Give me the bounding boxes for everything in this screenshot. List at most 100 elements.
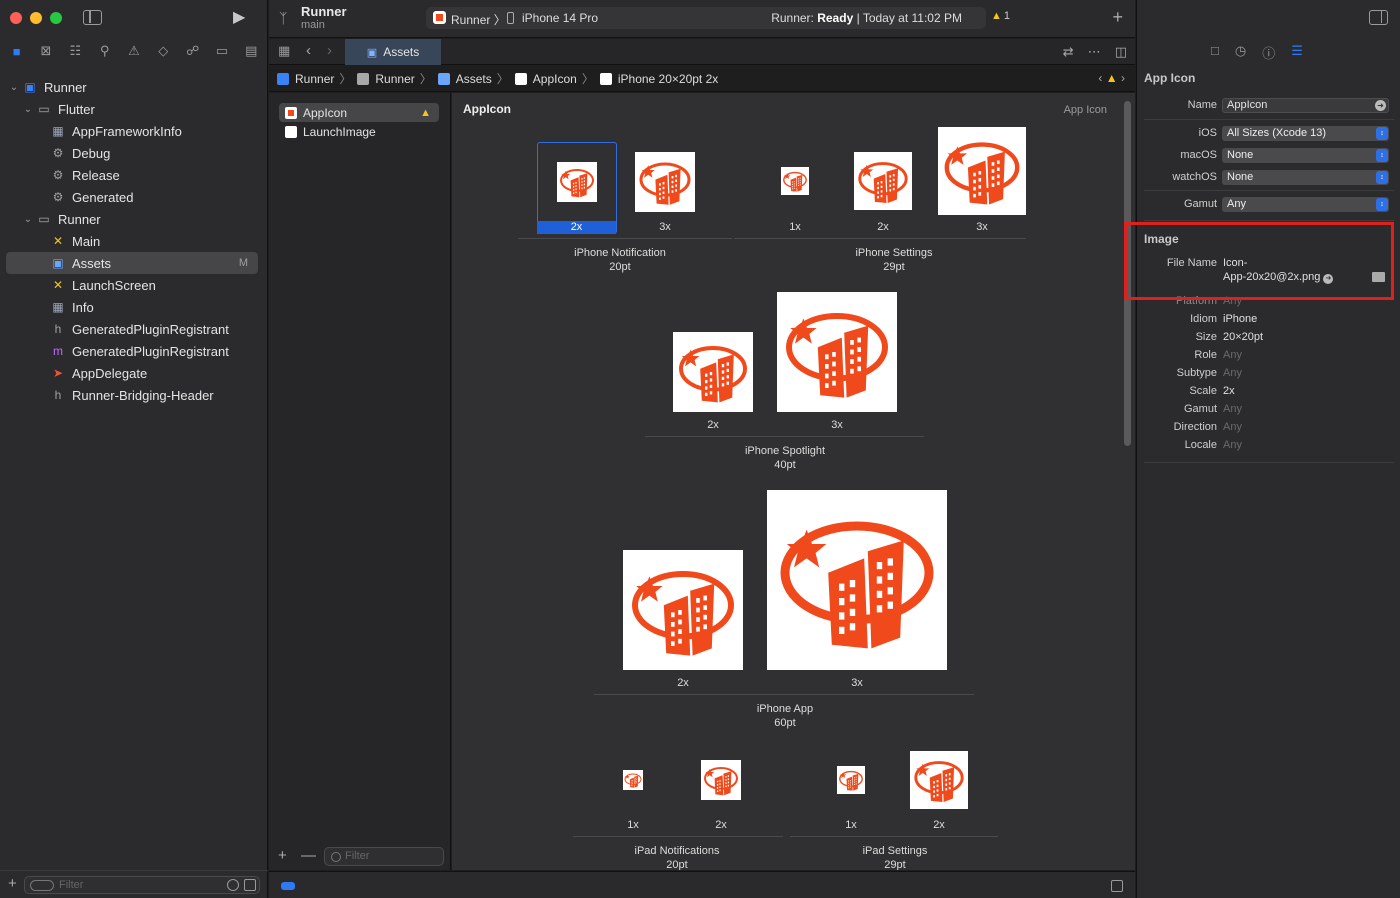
scheme-name[interactable]: Runner 〉 <box>451 11 506 28</box>
asset-item[interactable]: LaunchImage <box>279 122 439 141</box>
split-editor-icon[interactable]: ◫ <box>1115 44 1127 60</box>
macos-popup[interactable]: None ↕ <box>1222 148 1389 163</box>
tree-item[interactable]: m GeneratedPluginRegistrant <box>6 340 258 362</box>
app-icon-image[interactable] <box>767 490 947 670</box>
breadcrumb-item[interactable]: Assets <box>437 71 492 86</box>
group-label: iPhone Settings 29pt <box>794 246 994 274</box>
app-icon-image[interactable] <box>854 152 912 210</box>
tab-assets[interactable]: ▣ Assets <box>345 39 441 65</box>
reports-icon[interactable]: ▤ <box>240 42 262 60</box>
highlight-annotation <box>1124 222 1394 300</box>
warning-badge[interactable]: ▲ 1 <box>991 10 1010 22</box>
watchos-popup[interactable]: None ↕ <box>1222 170 1389 185</box>
more-options-icon[interactable]: ⋯ <box>1088 44 1101 60</box>
app-icon <box>433 11 446 24</box>
file-inspector-icon[interactable]: □ <box>1211 43 1219 62</box>
source-control-filter-icon[interactable] <box>244 879 256 891</box>
help-inspector-icon[interactable]: ⓘ <box>1262 43 1275 62</box>
close-window-button[interactable] <box>10 12 22 24</box>
property-value: Any <box>1223 403 1242 415</box>
tree-item[interactable]: ▦ AppFrameworkInfo <box>6 120 258 142</box>
breadcrumb-item[interactable]: iPhone 20×20pt 2x <box>599 72 718 86</box>
navigator-filter-input[interactable]: Filter <box>24 876 260 894</box>
console-toggle-icon[interactable] <box>1111 880 1123 892</box>
disclosure-chevron-icon[interactable]: ⌄ <box>22 104 34 115</box>
app-icon-image[interactable] <box>623 770 643 790</box>
group-label: iPad Settings 29pt <box>795 844 995 870</box>
issue-navigation[interactable]: ‹ ▲ › <box>1098 71 1125 85</box>
tree-item[interactable]: ➤ AppDelegate <box>6 362 258 384</box>
go-arrow-icon[interactable]: ➜ <box>1375 100 1386 111</box>
tree-item[interactable]: ⚙ Generated <box>6 186 258 208</box>
tree-item[interactable]: ⚙ Release <box>6 164 258 186</box>
asset-filter-input[interactable]: Filter <box>324 847 444 866</box>
gamut-popup[interactable]: Any ↕ <box>1222 197 1389 212</box>
swap-icon[interactable]: ⇄ <box>1063 44 1074 60</box>
ios-popup[interactable]: All Sizes (Xcode 13) ↕ <box>1222 126 1389 141</box>
breakpoints-icon[interactable]: ▭ <box>211 42 233 60</box>
attributes-inspector-icon[interactable]: ☰ <box>1291 43 1303 62</box>
asset-item[interactable]: AppIcon ▲ <box>279 103 439 122</box>
add-library-button[interactable]: + <box>1112 7 1123 28</box>
add-file-button[interactable]: + <box>8 875 17 892</box>
app-icon-image[interactable] <box>910 751 968 809</box>
breadcrumb-item[interactable]: Runner <box>277 72 334 86</box>
inspector-toggle-icon[interactable] <box>1369 10 1388 25</box>
zoom-window-button[interactable] <box>50 12 62 24</box>
scheme-selector[interactable]: Runner 〉 iPhone 14 Pro Runner: Ready | T… <box>426 7 986 29</box>
search-icon[interactable]: ⚲ <box>94 42 116 60</box>
breadcrumb-item[interactable]: Runner <box>357 72 415 86</box>
disclosure-chevron-icon[interactable]: ⌄ <box>8 82 20 93</box>
tree-item[interactable]: h GeneratedPluginRegistrant <box>6 318 258 340</box>
symbols-icon[interactable]: ☷ <box>64 42 86 60</box>
filter-indicator[interactable] <box>281 882 295 890</box>
group-label: iPhone App 60pt <box>685 702 885 730</box>
app-icon-image[interactable] <box>938 127 1026 215</box>
debug-icon[interactable]: ☍ <box>182 42 204 60</box>
tree-item[interactable]: ⌄ ▭ Flutter <box>6 98 258 120</box>
app-icon-image[interactable] <box>701 760 741 800</box>
run-button[interactable]: ▶ <box>233 9 251 27</box>
asset-list: AppIcon ▲ LaunchImage <box>269 93 451 870</box>
disclosure-chevron-icon[interactable]: ⌄ <box>22 214 34 225</box>
breadcrumb-item[interactable]: AppIcon <box>514 72 577 86</box>
tree-item[interactable]: ▣ Assets M <box>6 252 258 274</box>
app-icon-image[interactable] <box>635 152 695 212</box>
tree-item[interactable]: ⌄ ▭ Runner <box>6 208 258 230</box>
app-icon-image[interactable] <box>781 167 809 195</box>
tree-item[interactable]: ✕ LaunchScreen <box>6 274 258 296</box>
app-icon-image[interactable] <box>623 550 743 670</box>
add-asset-button[interactable]: + <box>278 847 287 864</box>
tree-item[interactable]: ⚙ Debug <box>6 142 258 164</box>
property-label: Size <box>1195 331 1217 343</box>
divider <box>1144 190 1394 191</box>
tree-item[interactable]: h Runner-Bridging-Header <box>6 384 258 406</box>
folder-icon[interactable]: ■ <box>6 42 28 60</box>
name-field[interactable]: AppIcon ➜ <box>1222 98 1389 113</box>
remove-asset-button[interactable]: — <box>301 847 316 864</box>
history-inspector-icon[interactable]: ◷ <box>1235 43 1246 62</box>
related-items-icon[interactable]: ▦ <box>278 44 292 58</box>
tests-icon[interactable]: ◇ <box>152 42 174 60</box>
app-icon-set-icon <box>285 106 297 119</box>
issues-icon[interactable]: ⚠ <box>123 42 145 60</box>
tree-item[interactable]: ▦ Info <box>6 296 258 318</box>
forward-button[interactable]: › <box>327 42 332 59</box>
run-destination[interactable]: iPhone 14 Pro <box>522 11 598 25</box>
back-button[interactable]: ‹ <box>306 42 311 59</box>
recent-files-icon[interactable] <box>227 879 239 891</box>
tree-item[interactable]: ⌄ ▣ Runner <box>6 76 258 98</box>
breadcrumb-label: Assets <box>455 71 492 86</box>
divider <box>1144 220 1394 221</box>
app-icon-image[interactable] <box>557 162 597 202</box>
source-control-icon[interactable]: ⊠ <box>35 42 57 60</box>
tree-item[interactable]: ✕ Main <box>6 230 258 252</box>
app-icon-image[interactable] <box>673 332 753 412</box>
sidebar-toggle-icon[interactable] <box>83 10 102 25</box>
tree-item-label: Flutter <box>58 101 95 117</box>
filter-options-icon[interactable] <box>30 880 54 891</box>
app-icon-image[interactable] <box>777 292 897 412</box>
app-icon-image[interactable] <box>837 766 865 794</box>
minimize-window-button[interactable] <box>30 12 42 24</box>
breadcrumb: Runner 〉 Runner 〉 Assets 〉 AppIcon 〉 iPhone 20×2… <box>269 66 1135 92</box>
